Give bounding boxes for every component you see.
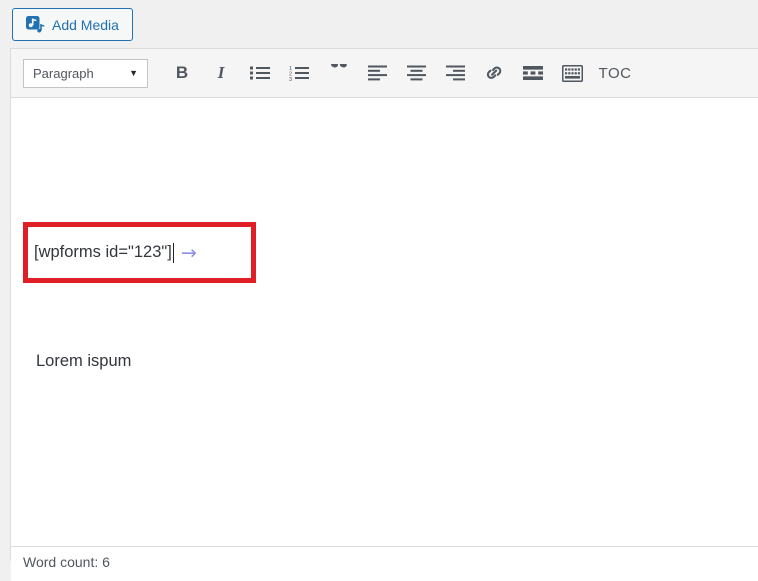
word-count: Word count: 6	[23, 554, 110, 570]
editor-toolbar: Paragraph ▼ B I 1 2 3	[11, 49, 758, 98]
chevron-down-icon: ▼	[129, 68, 138, 78]
align-center-button[interactable]	[399, 59, 433, 88]
align-right-button[interactable]	[438, 59, 472, 88]
align-center-icon	[407, 65, 426, 81]
bold-button[interactable]: B	[165, 59, 199, 88]
insert-link-button[interactable]	[477, 59, 511, 88]
bullet-list-button[interactable]	[243, 59, 277, 88]
numbered-list-button[interactable]: 1 2 3	[282, 59, 316, 88]
media-buttons-bar: Add Media	[0, 0, 758, 48]
text-cursor	[173, 243, 174, 263]
classic-editor: Paragraph ▼ B I 1 2 3	[10, 48, 758, 561]
italic-icon: I	[218, 63, 225, 83]
link-icon	[484, 64, 504, 82]
format-dropdown-value: Paragraph	[33, 66, 94, 81]
svg-text:3: 3	[289, 77, 292, 81]
wpforms-shortcode-text[interactable]: [wpforms id="123"]	[34, 243, 172, 262]
read-more-button[interactable]	[516, 59, 550, 88]
add-media-label: Add Media	[52, 17, 119, 33]
align-left-icon	[368, 65, 387, 81]
right-arrow-icon: →	[181, 242, 197, 264]
add-media-icon	[26, 16, 45, 33]
bullet-list-icon	[250, 65, 270, 81]
numbered-list-icon: 1 2 3	[289, 65, 309, 81]
blockquote-icon: “	[329, 64, 347, 82]
shortcode-highlight-box: [wpforms id="123"] →	[23, 222, 256, 283]
editor-content-area[interactable]: Lorem ispum [wpforms id="123"]→ Lorem is…	[11, 99, 758, 545]
align-left-button[interactable]	[360, 59, 394, 88]
toc-label: TOC	[599, 65, 632, 82]
read-more-icon	[523, 65, 543, 81]
editor-status-bar: Word count: 6	[11, 546, 758, 581]
add-media-button[interactable]: Add Media	[12, 8, 133, 41]
align-right-icon	[446, 65, 465, 81]
keyboard-shortcuts-button[interactable]	[555, 59, 589, 88]
toc-button[interactable]: TOC	[594, 59, 636, 88]
blockquote-button[interactable]: “	[321, 59, 355, 88]
bold-icon: B	[176, 63, 188, 83]
paragraph-format-dropdown[interactable]: Paragraph ▼	[23, 59, 148, 88]
italic-button[interactable]: I	[204, 59, 238, 88]
paragraph-text[interactable]: Lorem ispum	[36, 352, 131, 371]
keyboard-icon	[562, 65, 583, 82]
